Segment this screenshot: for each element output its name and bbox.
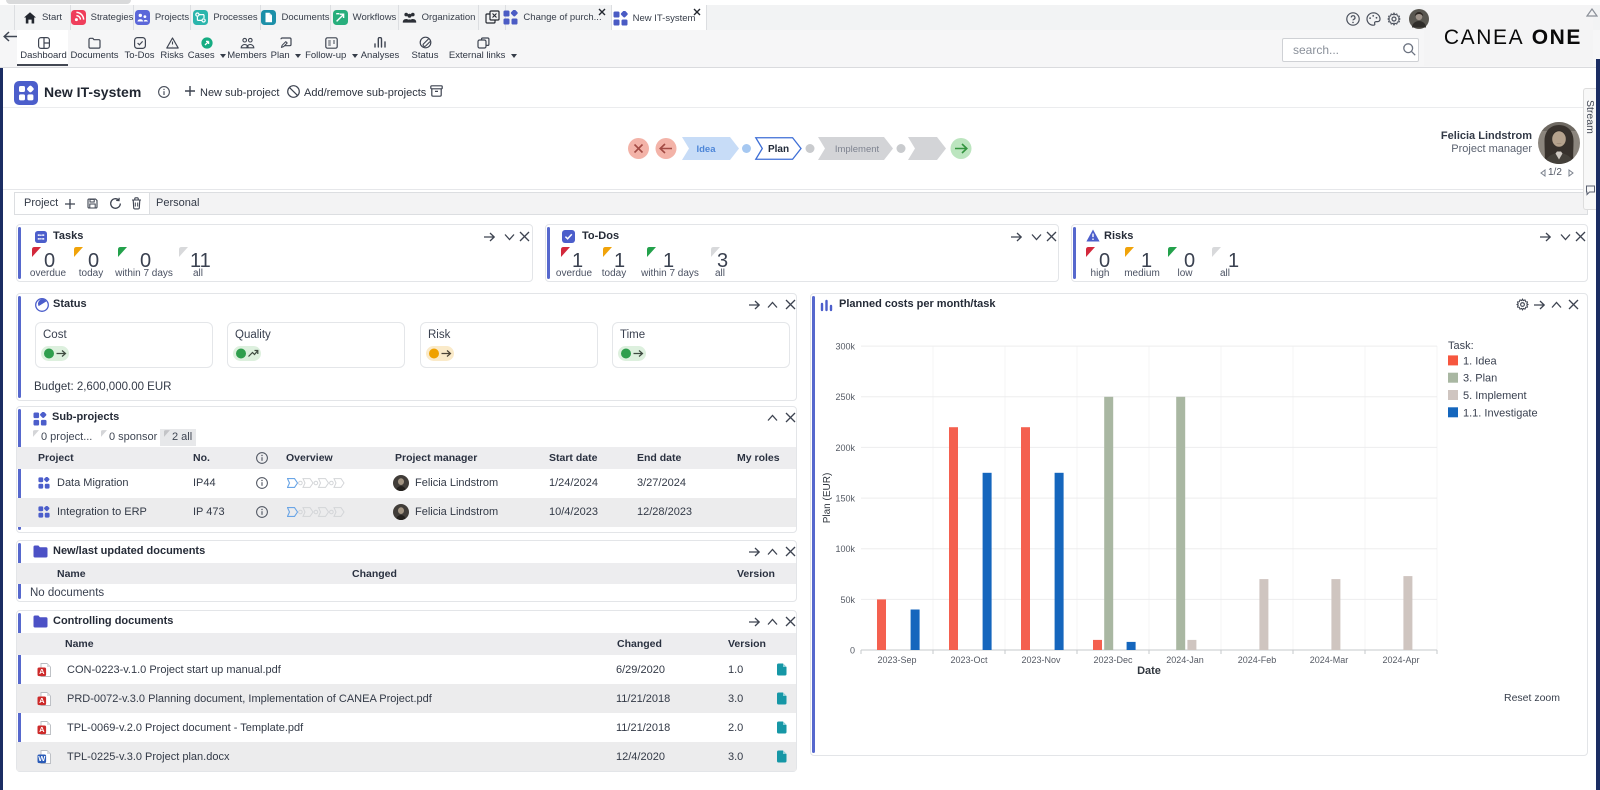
svg-text:Plan: Plan (768, 144, 789, 155)
svg-text:Date: Date (1137, 665, 1161, 677)
svg-text:250k: 250k (835, 392, 855, 402)
svg-text:2023-Nov: 2023-Nov (1021, 655, 1061, 665)
svg-text:200k: 200k (835, 443, 855, 453)
svg-text:2023-Dec: 2023-Dec (1093, 655, 1133, 665)
svg-text:Implement: Implement (835, 144, 880, 155)
svg-text:3. Plan: 3. Plan (1463, 373, 1497, 385)
svg-text:Task:: Task: (1448, 340, 1474, 352)
svg-text:A: A (39, 667, 45, 676)
svg-text:2023-Oct: 2023-Oct (950, 655, 988, 665)
svg-text:1.1. Investigate: 1.1. Investigate (1463, 407, 1538, 419)
svg-text:5. Implement: 5. Implement (1463, 390, 1527, 402)
svg-text:0: 0 (850, 645, 855, 655)
svg-text:A: A (39, 725, 45, 734)
svg-text:300k: 300k (835, 342, 855, 352)
svg-text:2024-Feb: 2024-Feb (1238, 655, 1277, 665)
svg-text:2024-Jan: 2024-Jan (1166, 655, 1204, 665)
svg-text:2023-Sep: 2023-Sep (877, 655, 916, 665)
svg-text:Idea: Idea (696, 144, 716, 155)
svg-text:A: A (39, 696, 45, 705)
svg-text:Plan (EUR): Plan (EUR) (822, 473, 833, 524)
svg-text:50k: 50k (840, 595, 855, 605)
svg-text:1. Idea: 1. Idea (1463, 355, 1498, 367)
svg-text:2024-Apr: 2024-Apr (1382, 655, 1419, 665)
svg-text:100k: 100k (835, 544, 855, 554)
svg-text:2024-Mar: 2024-Mar (1310, 655, 1349, 665)
svg-text:150k: 150k (835, 494, 855, 504)
svg-text:W: W (38, 754, 46, 763)
